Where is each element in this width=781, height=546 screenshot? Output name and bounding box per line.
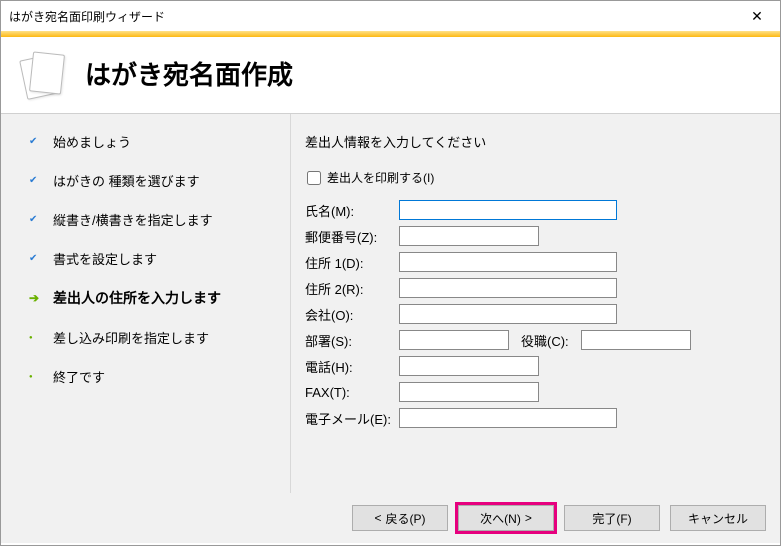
print-sender-label: 差出人を印刷する(I) [327,169,434,186]
step-item: ✔ はがきの 種類を選びます [29,171,278,190]
next-button[interactable]: 次へ(N) > [458,505,554,531]
check-icon: ✔ [29,253,43,264]
step-item: ● 終了です [29,367,278,386]
step-label: 差し込み印刷を指定します [53,328,209,347]
step-list: ✔ 始めましょう ✔ はがきの 種類を選びます ✔ 縦書き/横書きを指定します ✔ 書式… [1,114,291,493]
addr1-label: 住所 1(D): [305,253,399,272]
dept-label: 部署(S): [305,331,399,350]
form-panel: 差出人情報を入力してください 差出人を印刷する(I) 氏名(M): 郵便番号(Z… [291,114,780,493]
zip-label: 郵便番号(Z): [305,227,399,246]
next-label: 次へ(N) [480,510,521,527]
finish-label: 完了(F) [592,510,631,527]
step-item: ● 差し込み印刷を指定します [29,328,278,347]
step-label: 差出人の住所を入力します [53,288,221,308]
check-icon: ✔ [29,136,43,147]
role-label: 役職(C): [521,331,569,350]
cancel-button[interactable]: キャンセル [670,505,766,531]
name-label: 氏名(M): [305,201,399,220]
tel-label: 電話(H): [305,357,399,376]
cancel-label: キャンセル [688,510,748,527]
step-label: 縦書き/横書きを指定します [53,210,213,229]
wizard-header: はがき宛名面作成 [1,37,780,113]
close-icon: ✕ [751,8,763,25]
email-input[interactable] [399,408,617,428]
step-item-current: ➔ 差出人の住所を入力します [29,288,278,308]
zip-input[interactable] [399,226,539,246]
tel-input[interactable] [399,356,539,376]
bullet-icon: ● [29,374,43,380]
addr2-label: 住所 2(R): [305,279,399,298]
company-label: 会社(O): [305,305,399,324]
check-icon: ✔ [29,175,43,186]
role-input[interactable] [581,330,691,350]
step-item: ✔ 書式を設定します [29,249,278,268]
form-title: 差出人情報を入力してください [305,132,766,151]
postcard-icon [19,51,67,95]
bullet-icon: ● [29,335,43,341]
finish-button[interactable]: 完了(F) [564,505,660,531]
button-bar: < 戻る(P) 次へ(N) > 完了(F) キャンセル [1,493,780,543]
titlebar: はがき宛名面印刷ウィザード ✕ [1,1,780,31]
back-button[interactable]: < 戻る(P) [352,505,448,531]
step-item: ✔ 縦書き/横書きを指定します [29,210,278,229]
wizard-title: はがき宛名面作成 [85,55,293,92]
step-label: 書式を設定します [53,249,157,268]
close-button[interactable]: ✕ [734,1,780,31]
email-label: 電子メール(E): [305,409,399,428]
addr1-input[interactable] [399,252,617,272]
chevron-left-icon: < [374,511,381,525]
dept-input[interactable] [399,330,509,350]
print-sender-row: 差出人を印刷する(I) [307,169,766,186]
company-input[interactable] [399,304,617,324]
form-grid: 氏名(M): 郵便番号(Z): 住所 1(D): 住所 2(R): 会社(O):… [305,200,766,428]
fax-label: FAX(T): [305,385,399,400]
step-item: ✔ 始めましょう [29,132,278,151]
arrow-right-icon: ➔ [29,291,43,305]
print-sender-checkbox[interactable] [307,171,321,185]
check-icon: ✔ [29,214,43,225]
dept-role-row: 役職(C): [399,330,766,350]
fax-input[interactable] [399,382,539,402]
step-label: 始めましょう [53,132,131,151]
addr2-input[interactable] [399,278,617,298]
window-title: はがき宛名面印刷ウィザード [9,8,165,25]
chevron-right-icon: > [525,511,532,525]
name-input[interactable] [399,200,617,220]
wizard-body: ✔ 始めましょう ✔ はがきの 種類を選びます ✔ 縦書き/横書きを指定します ✔ 書式… [1,113,780,493]
step-label: はがきの 種類を選びます [53,171,200,190]
back-label: 戻る(P) [386,510,426,527]
step-label: 終了です [53,367,105,386]
